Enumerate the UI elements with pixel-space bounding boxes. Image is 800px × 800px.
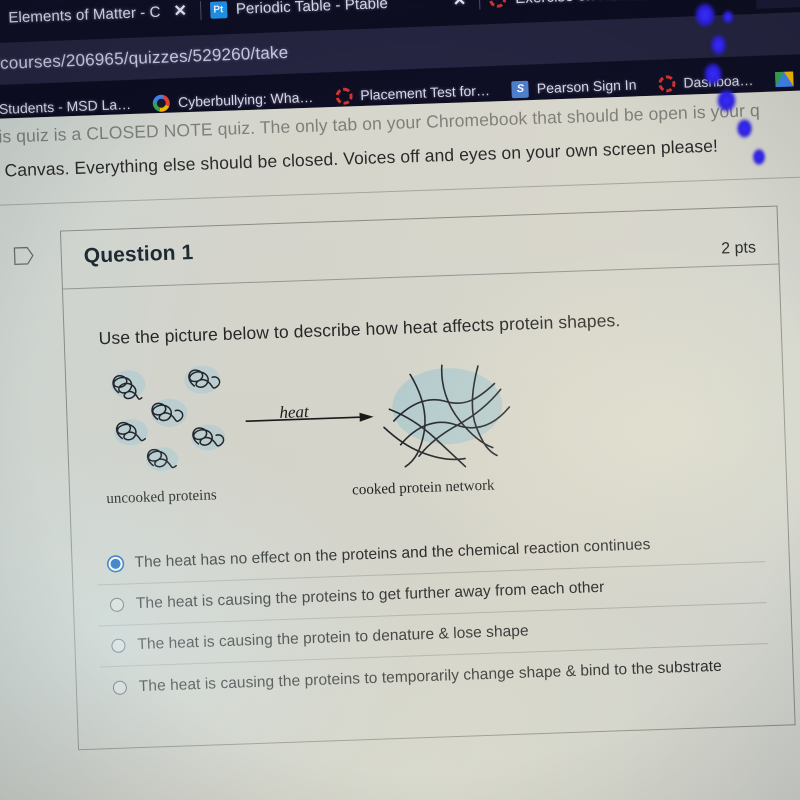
- figure-arrow-label: heat: [279, 402, 309, 423]
- radio-button-selected[interactable]: [108, 556, 123, 572]
- answer-option-label: The heat is causing the proteins to temp…: [138, 657, 723, 695]
- bookmark-label: Placement Test for…: [359, 82, 491, 104]
- figure-right-label: cooked protein network: [351, 477, 495, 499]
- figure-illustration: [111, 364, 511, 472]
- google-icon: [152, 93, 171, 112]
- figure-left-label: uncooked proteins: [106, 487, 217, 508]
- screenshot-root: Elements of Matter - C ✕ Pt Periodic Tab…: [0, 0, 800, 800]
- question-points: 2 pts: [720, 239, 757, 258]
- radio-button[interactable]: [109, 597, 125, 613]
- answer-option-label: The heat is causing the proteins to get …: [135, 578, 605, 613]
- protein-denaturation-figure: heat uncooked proteins cooked protein ne…: [96, 347, 571, 518]
- browser-tab-1[interactable]: Elements of Matter - C ✕: [0, 0, 201, 38]
- answer-options-list: The heat has no effect on the proteins a…: [95, 521, 769, 708]
- section-divider: [0, 174, 800, 207]
- question-title: Question 1: [83, 240, 194, 268]
- bookmark-label: Cyberbullying: Wha…: [177, 88, 314, 111]
- tab-title: Periodic Table - Ptable: [235, 0, 389, 18]
- tab-title: Elements of Matter - C: [8, 3, 161, 27]
- canvas-icon: [658, 74, 676, 93]
- bookmark-label: Dashboa…: [683, 72, 754, 91]
- browser-tab-4-active[interactable]: Quiz:: [754, 0, 800, 9]
- tab-title: Exercise on Homeostasis Lab: [515, 0, 717, 7]
- question-prompt: Use the picture below to describe how he…: [98, 310, 621, 349]
- url-text: /courses/206965/quizzes/529260/take: [0, 42, 289, 74]
- drive-icon: [775, 70, 794, 87]
- answer-option-label: The heat has no effect on the proteins a…: [134, 536, 651, 572]
- ptable-icon: Pt: [209, 0, 228, 19]
- bookmark-pearson[interactable]: S Pearson Sign In: [511, 76, 637, 98]
- question-card: Question 1 2 pts Use the picture below t…: [59, 205, 796, 751]
- canvas-icon: [334, 86, 353, 105]
- canvas-icon: [488, 0, 507, 8]
- canvas-quiz-page: his quiz is a CLOSED NOTE quiz. The only…: [0, 88, 800, 800]
- close-icon[interactable]: ✕: [448, 0, 470, 11]
- heat-arrow-icon: [245, 412, 374, 423]
- radio-button[interactable]: [111, 638, 126, 654]
- question-body: Use the picture below to describe how he…: [63, 265, 793, 710]
- radio-button[interactable]: [112, 680, 128, 695]
- close-icon[interactable]: ✕: [169, 1, 191, 22]
- answer-option-label: The heat is causing the protein to denat…: [137, 622, 529, 654]
- bookmark-dashboard[interactable]: Dashboa…: [658, 72, 754, 93]
- bookmark-label: Pearson Sign In: [536, 76, 637, 97]
- pearson-icon: S: [511, 80, 530, 98]
- bookmark-placement-test[interactable]: Placement Test for…: [334, 82, 491, 105]
- flag-outline-icon[interactable]: [12, 245, 35, 266]
- bookmark-drive[interactable]: [775, 70, 794, 87]
